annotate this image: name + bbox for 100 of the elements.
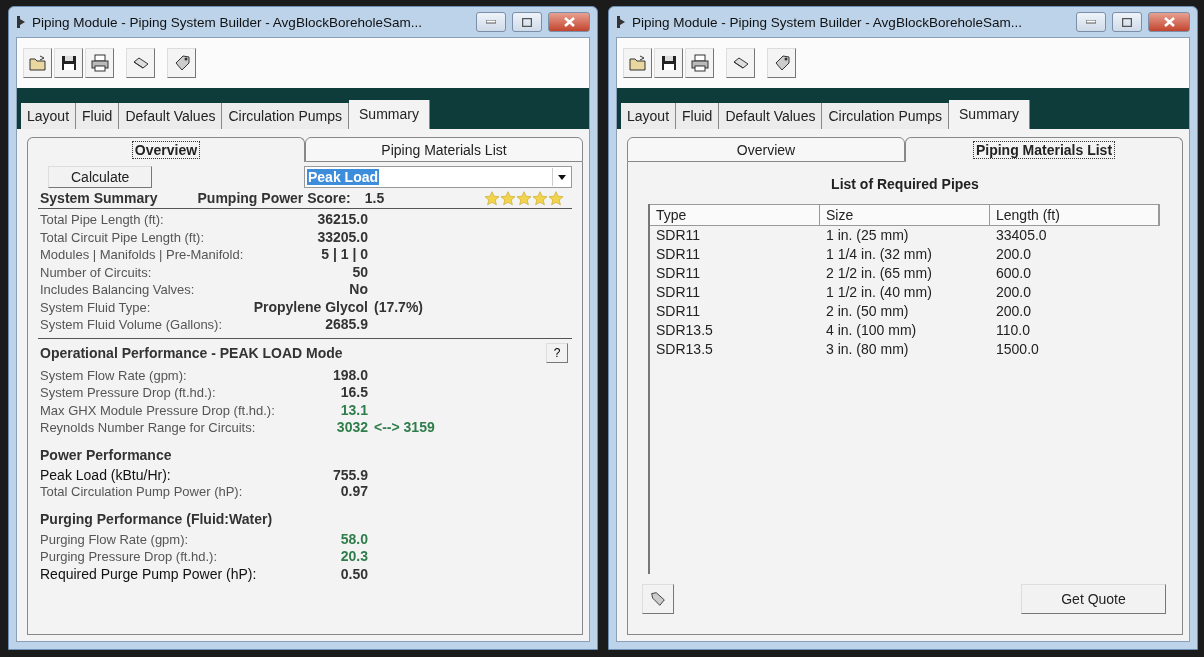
maximize-button[interactable]	[512, 12, 542, 32]
table-cell-text: 200.0	[995, 283, 1033, 302]
tag-button[interactable]	[642, 584, 674, 614]
tab[interactable]: Fluid	[76, 103, 120, 129]
star-icon	[516, 190, 532, 206]
field-value: 36215.0	[316, 211, 368, 228]
field-value-extra: <--> 3159	[374, 419, 435, 436]
calculate-button[interactable]: Calculate	[48, 166, 153, 188]
field-label: Required Purge Pump Power (hP):	[40, 565, 258, 582]
tab[interactable]: Overview	[27, 137, 305, 162]
table-cell-text: SDR13.5	[655, 340, 714, 359]
toolbar-button[interactable]	[767, 48, 796, 78]
table-cell-text: 2 1/2 in. (65 mm)	[825, 264, 933, 283]
toolbar-button[interactable]	[126, 48, 155, 78]
table-cell-text: 200.0	[995, 245, 1033, 264]
window-title: Piping Module - Piping System Builder - AvgBlockBoreholeSam...	[32, 14, 423, 30]
tab[interactable]: Circulation Pumps	[222, 103, 350, 129]
tab[interactable]: Summary	[949, 100, 1030, 129]
column-header[interactable]: Type	[650, 205, 820, 225]
field-label: Purging Flow Rate (gpm):	[40, 531, 190, 548]
tab[interactable]: Overview	[627, 137, 905, 162]
field-value: 0.97	[339, 483, 368, 500]
field-label: Max GHX Module Pressure Drop (ft.hd.):	[40, 402, 274, 419]
tab[interactable]: Piping Materials List	[905, 137, 1183, 162]
field-label: Number of Circuits:	[40, 264, 153, 281]
tab[interactable]: Summary	[349, 100, 430, 129]
column-header[interactable]: Length (ft)	[990, 205, 1159, 225]
table-cell-text: 33405.0	[995, 226, 1048, 245]
tab[interactable]: Piping Materials List	[305, 137, 583, 162]
star-icon	[500, 190, 516, 206]
field-value: 20.3	[339, 548, 368, 565]
section-heading: Purging Performance (Fluid:Water)	[40, 510, 273, 527]
tab[interactable]: Fluid	[676, 103, 720, 129]
dropdown-arrow-icon	[558, 174, 566, 180]
field-label: Total Circuit Pipe Length (ft):	[40, 229, 206, 246]
minimize-icon	[486, 20, 496, 24]
field-value: 58.0	[339, 530, 368, 547]
field-label: Purging Pressure Drop (ft.hd.):	[40, 549, 219, 566]
tab[interactable]: Layout	[621, 103, 677, 129]
column-header[interactable]: Size	[820, 205, 990, 225]
open-folder-icon	[27, 53, 48, 73]
close-button[interactable]	[548, 12, 590, 32]
print-icon	[89, 53, 110, 73]
table-cell-text: 3 in. (80 mm)	[825, 340, 910, 359]
field-label: System Flow Rate (gpm):	[40, 367, 188, 384]
field-value: 755.9	[331, 466, 368, 483]
field-label: System Pressure Drop (ft.hd.):	[40, 385, 217, 402]
field-value: 198.0	[331, 366, 368, 383]
table-cell-text: SDR11	[655, 264, 702, 283]
tab[interactable]: Default Values	[719, 103, 823, 129]
section-heading: Power Performance	[40, 446, 172, 463]
help-button[interactable]: ?	[546, 342, 568, 363]
table-cell-text: 200.0	[995, 302, 1033, 321]
field-label: Peak Load (kBtu/Hr):	[40, 466, 172, 483]
field-value-extra: (17.7%)	[374, 298, 424, 315]
table-cell-text: SDR11	[655, 226, 702, 245]
minimize-icon	[1086, 20, 1096, 24]
maximize-button[interactable]	[1112, 12, 1142, 32]
toolbar-button[interactable]	[54, 48, 83, 78]
tab[interactable]: Layout	[21, 103, 77, 129]
field-label: Total Pipe Length (ft):	[40, 212, 165, 229]
table-cell-text: 1 1/4 in. (32 mm)	[825, 245, 933, 264]
window-title: Piping Module - Piping System Builder - AvgBlockBoreholeSam...	[632, 14, 1023, 30]
toolbar-button[interactable]	[654, 48, 683, 78]
table-cell-text: 2 in. (50 mm)	[825, 302, 910, 321]
star-icon	[532, 190, 548, 206]
get-quote-button[interactable]: Get Quote	[1021, 584, 1166, 614]
field-label: Includes Balancing Valves:	[40, 282, 196, 299]
field-value: 13.1	[339, 401, 368, 418]
close-button[interactable]	[1148, 12, 1190, 32]
app-icon	[616, 15, 626, 29]
table-cell-text: SDR11	[655, 245, 702, 264]
score-label: Pumping Power Score:	[197, 190, 351, 206]
tab[interactable]: Default Values	[119, 103, 223, 129]
field-label: Total Circulation Pump Power (hP):	[40, 484, 244, 501]
table-cell-text: 4 in. (100 mm)	[825, 321, 918, 340]
field-value: 50	[351, 263, 368, 280]
maximize-icon	[1122, 17, 1132, 27]
field-value: 3032	[335, 419, 368, 436]
close-icon	[1163, 17, 1175, 27]
print-icon	[689, 53, 710, 73]
tag-icon	[649, 590, 667, 608]
field-value: 5 | 1 | 0	[320, 246, 368, 263]
toolbar-button[interactable]	[726, 48, 755, 78]
table-cell-text: SDR13.5	[655, 321, 714, 340]
field-label: System Fluid Volume (Gallons):	[40, 317, 224, 334]
field-value: Propylene Glycol	[253, 298, 368, 315]
minimize-button[interactable]	[476, 12, 506, 32]
app-icon	[16, 15, 26, 29]
field-label: Reynolds Number Range for Circuits:	[40, 420, 257, 437]
field-value: No	[348, 281, 368, 298]
toolbar-button[interactable]	[167, 48, 196, 78]
star-icon	[484, 190, 500, 206]
tab[interactable]: Circulation Pumps	[822, 103, 950, 129]
field-value: 2685.9	[324, 316, 368, 333]
score-value: 1.5	[364, 190, 385, 206]
minimize-button[interactable]	[1076, 12, 1106, 32]
table-cell-text: 1 in. (25 mm)	[825, 226, 910, 245]
table-cell-text: SDR11	[655, 302, 702, 321]
field-label: System Fluid Type:	[40, 299, 152, 316]
